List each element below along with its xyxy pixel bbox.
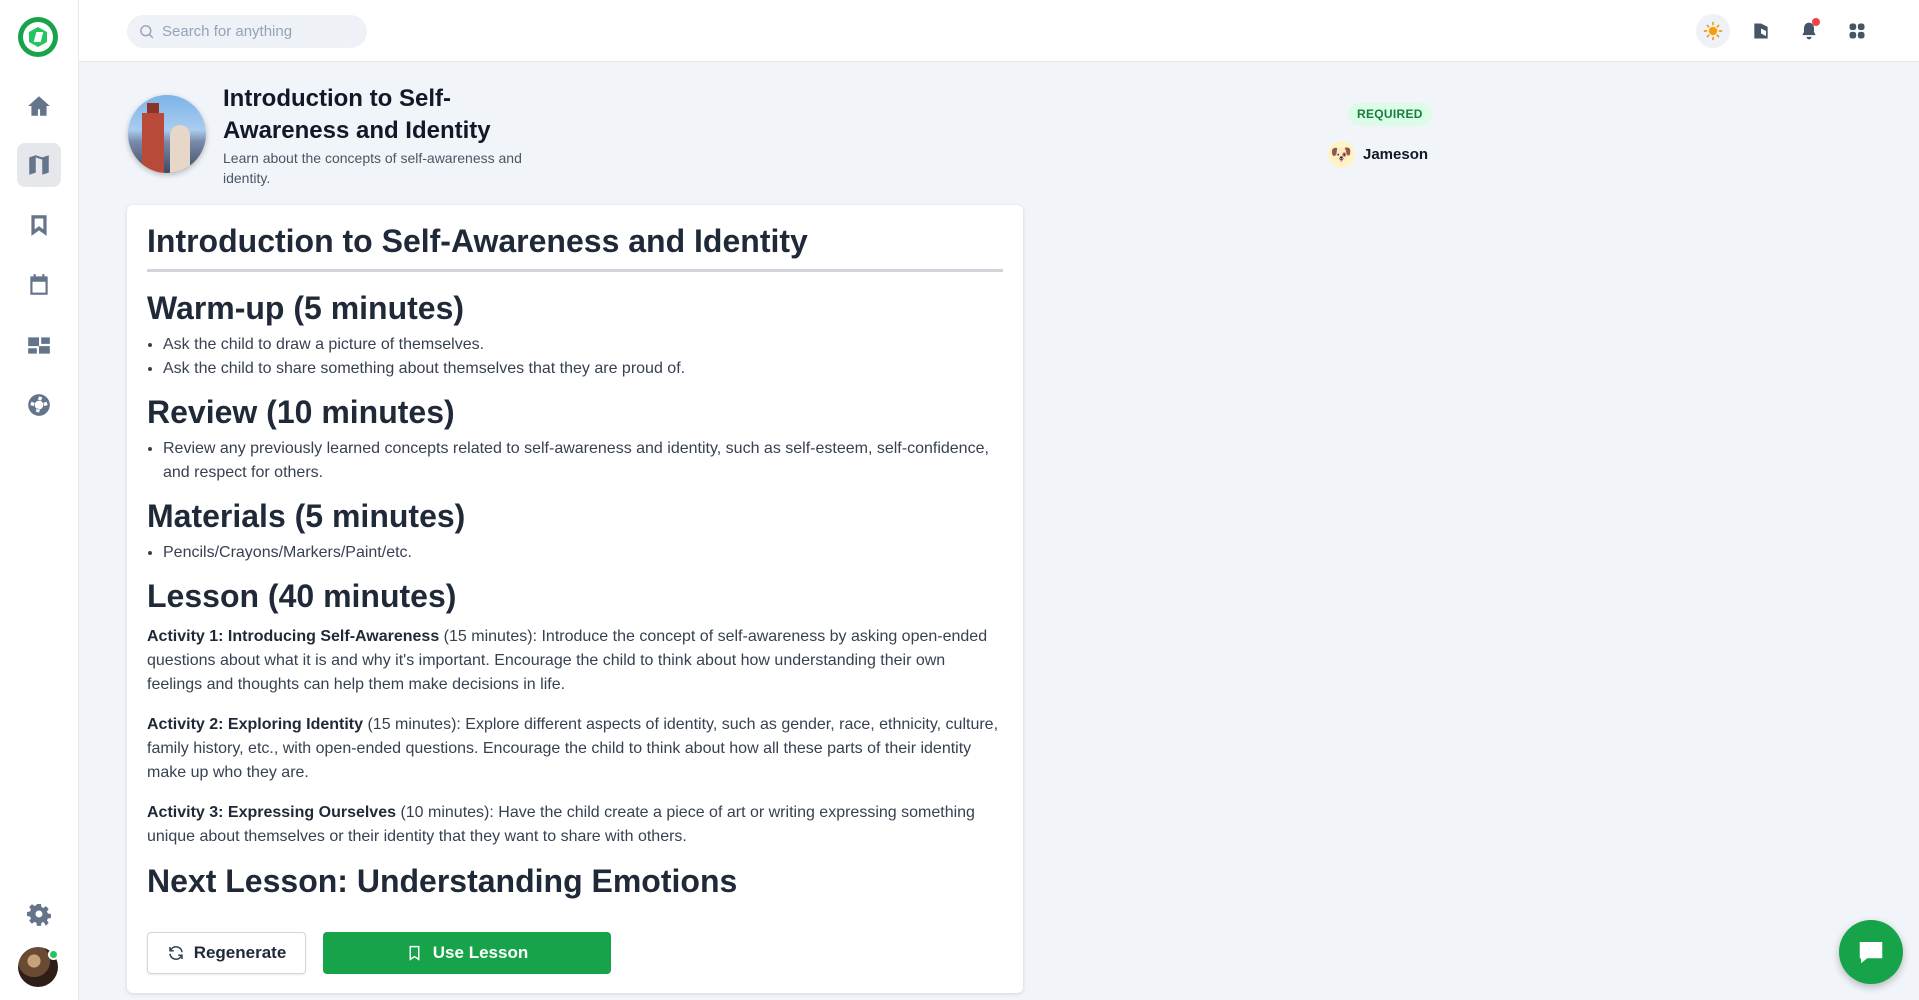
bookmark-icon bbox=[31, 215, 47, 236]
refresh-icon bbox=[168, 946, 183, 960]
regenerate-label: Regenerate bbox=[193, 943, 287, 962]
list-item: Ask the child to draw a picture of thems… bbox=[163, 333, 1003, 357]
warmup-section: Warm-up (5 minutes) Ask the child to dra… bbox=[147, 289, 1003, 381]
search-input[interactable] bbox=[162, 23, 352, 40]
next-lesson-heading: Next Lesson: Understanding Emotions bbox=[147, 863, 738, 899]
next-lesson-section: Next Lesson: Understanding Emotions bbox=[147, 862, 1003, 900]
support-icon bbox=[28, 394, 50, 416]
materials-list: Pencils/Crayons/Markers/Paint/etc. bbox=[147, 541, 1003, 565]
lesson-heading: Lesson (40 minutes) bbox=[147, 578, 457, 614]
use-lesson-label: Use Lesson bbox=[432, 943, 529, 962]
review-section: Review (10 minutes) Review any previousl… bbox=[147, 393, 1003, 485]
nav-bookmarks[interactable] bbox=[17, 203, 61, 247]
list-item: Ask the child to share something about t… bbox=[163, 357, 1003, 381]
lesson-section: Lesson (40 minutes) Activity 1: Introduc… bbox=[147, 577, 1003, 865]
nav-map[interactable] bbox=[17, 143, 61, 187]
use-lesson-button[interactable]: Use Lesson bbox=[323, 932, 611, 974]
settings-icon bbox=[26, 903, 51, 926]
search-bar[interactable] bbox=[127, 15, 367, 48]
activity-paragraph: Activity 1: Introducing Self-Awareness (… bbox=[147, 625, 1003, 697]
reader-mode-button[interactable] bbox=[1744, 14, 1778, 48]
home-icon bbox=[28, 96, 50, 116]
topbar-actions bbox=[1696, 14, 1874, 48]
nav-settings[interactable] bbox=[17, 892, 61, 936]
chat-button[interactable] bbox=[1839, 920, 1903, 984]
nav-home[interactable] bbox=[17, 84, 61, 128]
assignee-name: Jameson bbox=[1363, 146, 1429, 163]
assignee: 🐶 Jameson bbox=[1328, 141, 1428, 168]
user-avatar[interactable] bbox=[18, 947, 59, 987]
activity-paragraph: Activity 3: Expressing Ourselves (10 min… bbox=[147, 801, 1003, 849]
materials-section: Materials (5 minutes) Pencils/Crayons/Ma… bbox=[147, 497, 1003, 565]
regenerate-button[interactable]: Regenerate bbox=[147, 932, 306, 974]
notifications-button[interactable] bbox=[1792, 14, 1826, 48]
theme-icon bbox=[1754, 23, 1768, 39]
lesson-title: Introduction to Self-Awareness and Ident… bbox=[223, 85, 491, 144]
activity-name: Activity 3: Expressing Ourselves bbox=[147, 804, 396, 821]
chat-icon bbox=[1859, 942, 1883, 964]
bookmark-icon bbox=[409, 945, 420, 961]
review-list: Review any previously learned concepts r… bbox=[147, 437, 1003, 485]
warmup-heading: Warm-up (5 minutes) bbox=[147, 290, 465, 326]
notification-dot bbox=[1812, 18, 1820, 26]
logo-inner bbox=[23, 22, 53, 52]
materials-heading: Materials (5 minutes) bbox=[147, 498, 466, 534]
online-status-indicator bbox=[48, 949, 59, 960]
warmup-list: Ask the child to draw a picture of thems… bbox=[147, 333, 1003, 381]
list-item: Pencils/Crayons/Markers/Paint/etc. bbox=[163, 541, 1003, 565]
topbar bbox=[79, 0, 1919, 62]
logo-hexagon-icon bbox=[29, 27, 47, 47]
lesson-content-card: Introduction to Self-Awareness and Ident… bbox=[127, 205, 1023, 993]
sun-icon bbox=[1703, 21, 1723, 41]
map-icon bbox=[29, 155, 49, 175]
calendar-icon bbox=[30, 274, 48, 295]
dog-avatar-icon: 🐶 bbox=[1328, 141, 1355, 168]
sidebar bbox=[0, 0, 79, 1000]
nav-support[interactable] bbox=[17, 383, 61, 427]
lesson-thumbnail bbox=[128, 95, 206, 173]
apps-button[interactable] bbox=[1840, 14, 1874, 48]
apps-icon bbox=[1849, 23, 1865, 39]
dashboard-icon bbox=[28, 337, 50, 354]
activity-name: Activity 1: Introducing Self-Awareness bbox=[147, 628, 440, 645]
required-badge: REQUIRED bbox=[1348, 103, 1432, 126]
activity-paragraph: Activity 2: Exploring Identity (15 minut… bbox=[147, 713, 1003, 785]
content-heading: Introduction to Self-Awareness and Ident… bbox=[147, 223, 1003, 272]
list-item: Review any previously learned concepts r… bbox=[163, 437, 1003, 485]
nav-calendar[interactable] bbox=[17, 263, 61, 307]
app-logo[interactable] bbox=[18, 17, 58, 57]
nav-dashboard[interactable] bbox=[17, 323, 61, 367]
lesson-subtitle: Learn about the concepts of self-awarene… bbox=[223, 150, 522, 186]
search-icon bbox=[140, 25, 154, 39]
theme-toggle-button[interactable] bbox=[1696, 14, 1730, 48]
review-heading: Review (10 minutes) bbox=[147, 394, 455, 430]
activity-name: Activity 2: Exploring Identity bbox=[147, 716, 364, 733]
